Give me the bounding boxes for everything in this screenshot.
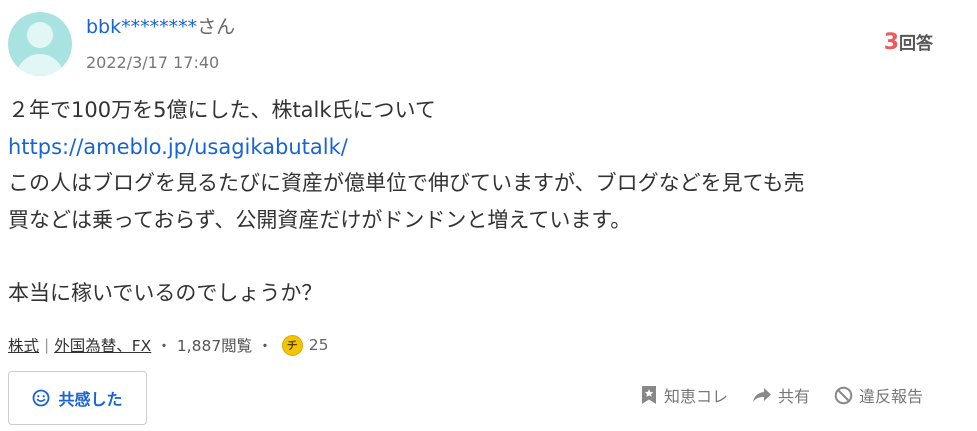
- view-count: 1,887閲覧: [176, 337, 253, 355]
- category-separator: |: [44, 336, 50, 354]
- meta-dot: ・: [257, 337, 273, 355]
- smile-icon: [33, 389, 50, 407]
- answer-count-number: 3: [883, 30, 899, 55]
- question-line: 本当に稼いでいるのでしょうか？: [8, 280, 323, 305]
- coin-icon: チ: [281, 334, 303, 356]
- question-link[interactable]: https://ameblo.jp/usagikabutalk/: [8, 129, 948, 166]
- empathy-button[interactable]: 共感した: [8, 371, 147, 425]
- report-button[interactable]: 違反報告: [834, 383, 923, 407]
- bookmark-button[interactable]: 知恵コレ: [640, 383, 728, 407]
- question-body: ２年で100万を5億にした、株talk氏について https://ameblo.…: [8, 92, 948, 311]
- avatar-head-shape: [27, 22, 53, 48]
- empathy-label: 共感した: [58, 390, 123, 409]
- action-bar: 知恵コレ 共有 違反報告: [616, 381, 923, 409]
- user-name-line: bbk********さん: [86, 14, 235, 40]
- honorific: さん: [197, 16, 236, 38]
- share-button[interactable]: 共有: [752, 383, 810, 407]
- post-date: 2022/3/17 17:40: [86, 53, 220, 72]
- bookmark-star-icon: [641, 386, 656, 404]
- bookmark-label: 知恵コレ: [663, 387, 728, 406]
- question-line: ２年で100万を5億にした、株talk氏について: [8, 98, 436, 122]
- answer-count[interactable]: 3回答: [884, 30, 933, 57]
- question-line: この人はブログを見るたびに資産が億単位で伸びていますが、ブログなどを見ても売: [8, 171, 805, 195]
- question-line: 買などは乗っておらず、公開資産だけがドンドンと増えています。: [8, 207, 632, 232]
- answer-count-label: 回答: [899, 34, 933, 54]
- username-link[interactable]: bbk********: [86, 16, 197, 38]
- question-card: bbk********さん 2022/3/17 17:40 3回答 ２年で100…: [0, 0, 977, 431]
- category-link-stocks[interactable]: 株式: [8, 334, 39, 356]
- share-label: 共有: [777, 387, 810, 406]
- meta-dot: ・: [156, 337, 172, 355]
- prohibit-icon: [834, 386, 853, 404]
- coin-count: 25: [308, 336, 329, 354]
- avatar[interactable]: [8, 12, 72, 76]
- share-arrow-icon: [752, 388, 771, 402]
- report-label: 違反報告: [858, 387, 923, 406]
- category-link-fx[interactable]: 外国為替、FX: [54, 334, 151, 356]
- meta-row: 株式 | 外国為替、FX ・ 1,887閲覧 ・ チ 25: [8, 328, 328, 362]
- avatar-body-shape: [16, 54, 64, 76]
